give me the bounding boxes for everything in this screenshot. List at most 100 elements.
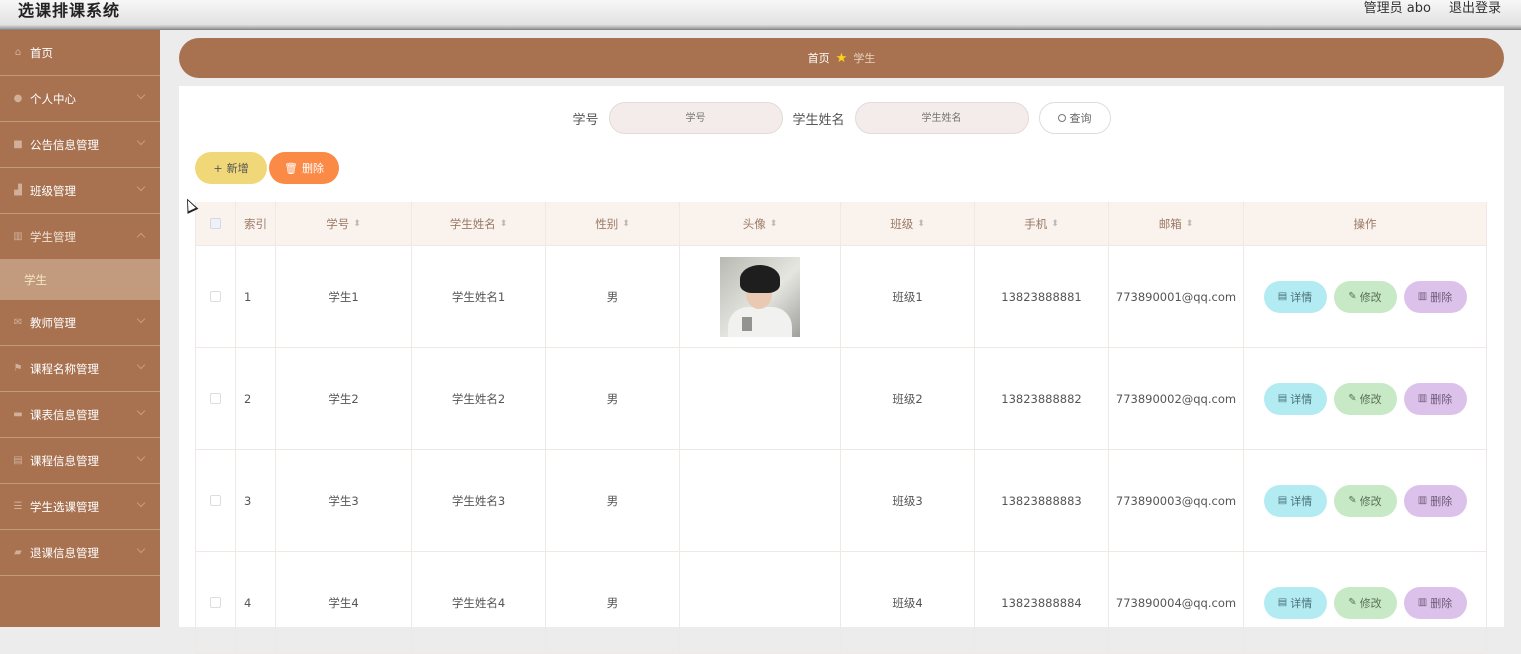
sort-icon: ⬍ [353, 218, 361, 229]
row-checkbox[interactable] [210, 597, 221, 608]
chevron-down-icon [136, 452, 146, 462]
sidebar-item-student-management[interactable]: ▥ 学生管理 [0, 214, 160, 260]
sidebar-item-label: 课程信息管理 [30, 453, 99, 468]
cell-email: 773890002@qq.com [1109, 348, 1244, 449]
sidebar-item-label: 课程名称管理 [30, 361, 99, 376]
sidebar-item-course-info-management[interactable]: ▤ 课程信息管理 [0, 438, 160, 484]
sort-icon: ⬍ [499, 218, 508, 229]
detail-button-label: 详情 [1290, 290, 1313, 304]
student-id-input[interactable] [608, 102, 783, 134]
sidebar-item-course-selection-management[interactable]: ☰ 学生选课管理 [0, 484, 160, 530]
cell-gender: 男 [546, 246, 680, 347]
header-phone[interactable]: 手机 ⬍ [975, 202, 1109, 245]
list-icon: ☰ [13, 501, 23, 512]
edit-button[interactable]: ✎ 修改 [1333, 382, 1397, 415]
row-checkbox[interactable] [210, 393, 221, 404]
header-student-name[interactable]: 学生姓名 ⬍ [412, 202, 546, 245]
chevron-down-icon [136, 90, 146, 100]
row-checkbox[interactable] [210, 495, 221, 506]
breadcrumb-home[interactable]: 首页 [808, 50, 830, 66]
sort-icon: ⬍ [622, 218, 630, 229]
app-title: 选课排课系统 [18, 1, 121, 20]
sidebar-item-teacher-management[interactable]: ✉ 教师管理 [0, 300, 160, 346]
detail-button[interactable]: ▤ 详情 [1263, 586, 1327, 619]
cell-student-id: 学生4 [276, 552, 412, 653]
chevron-down-icon [136, 182, 146, 192]
delete-button[interactable]: ▥ 删除 [1403, 382, 1467, 415]
student-avatar-image [720, 256, 800, 337]
cell-class: 班级2 [841, 348, 975, 449]
sort-icon: ⬍ [769, 218, 778, 229]
student-id-label: 学号 [572, 112, 599, 128]
sort-icon: ⬍ [1051, 218, 1059, 229]
delete-button-label: 删除 [301, 162, 324, 175]
sidebar-item-home[interactable]: ⌂ 首页 [0, 30, 160, 76]
header-label: 学号 [326, 216, 350, 231]
student-name-label: 学生姓名 [792, 112, 845, 128]
star-icon: ★ [835, 50, 848, 66]
detail-button[interactable]: ▤ 详情 [1263, 382, 1327, 415]
sidebar-item-label: 学生选课管理 [30, 499, 99, 514]
sort-icon: ⬍ [917, 218, 925, 229]
document-icon: ▤ [13, 455, 23, 466]
table-row: 4 学生4 学生姓名4 男 班级4 13823888884 773890004@… [195, 552, 1487, 654]
sidebar-item-label: 课表信息管理 [30, 407, 99, 422]
row-checkbox[interactable] [210, 291, 221, 302]
sidebar-item-personal-center[interactable]: ● 个人中心 [0, 76, 160, 122]
document-icon: ▤ [1277, 495, 1288, 506]
user-icon: ● [13, 93, 23, 104]
header-class[interactable]: 班级 ⬍ [841, 202, 975, 245]
delete-button-label: 删除 [1430, 392, 1453, 406]
chevron-down-icon [136, 498, 146, 508]
header-student-id[interactable]: 学号 ⬍ [276, 202, 412, 245]
header-avatar[interactable]: 头像 ⬍ [680, 202, 841, 245]
table-row: 2 学生2 学生姓名2 男 班级2 13823888882 773890002@… [195, 348, 1487, 450]
detail-button-label: 详情 [1290, 392, 1313, 406]
sidebar-subitem-student[interactable]: 学生 [0, 260, 160, 300]
pencil-icon: ✎ [1348, 597, 1357, 608]
detail-button[interactable]: ▤ 详情 [1263, 280, 1327, 313]
search-button-label: 查询 [1069, 112, 1092, 125]
edit-button[interactable]: ✎ 修改 [1333, 484, 1397, 517]
chevron-down-icon [136, 360, 146, 370]
chat-icon: ▰ [14, 547, 22, 558]
sidebar-item-class-management[interactable]: ▟ 班级管理 [0, 168, 160, 214]
edit-button[interactable]: ✎ 修改 [1333, 280, 1397, 313]
cell-index: 4 [236, 552, 276, 653]
header-email[interactable]: 邮箱 ⬍ [1109, 202, 1244, 245]
briefcase-icon: ▬ [13, 409, 23, 420]
search-bar: 学号 学生姓名 查询 [179, 102, 1504, 134]
cell-student-id: 学生2 [276, 348, 412, 449]
delete-button[interactable]: ▥ 删除 [1403, 484, 1467, 517]
chevron-down-icon [136, 314, 146, 324]
sidebar-item-label: 个人中心 [30, 91, 76, 106]
batch-delete-button[interactable]: 🗑 删除 [269, 152, 339, 184]
edit-button-label: 修改 [1359, 290, 1382, 304]
cell-student-id: 学生1 [276, 246, 412, 347]
bar-chart-icon: ▥ [13, 231, 23, 242]
chevron-down-icon [136, 406, 146, 416]
delete-button[interactable]: ▥ 删除 [1403, 280, 1467, 313]
sidebar-item-schedule-management[interactable]: ▬ 课表信息管理 [0, 392, 160, 438]
delete-button[interactable]: ▥ 删除 [1403, 586, 1467, 619]
detail-button[interactable]: ▤ 详情 [1263, 484, 1327, 517]
breadcrumb: 首页 ★ 学生 [179, 38, 1504, 78]
select-all-checkbox[interactable] [210, 218, 221, 229]
logout-link[interactable]: 退出登录 [1449, 0, 1501, 16]
breadcrumb-current: 学生 [853, 52, 876, 65]
sidebar-item-label: 学生管理 [30, 229, 76, 244]
sidebar-item-drop-course-management[interactable]: ▰ 退课信息管理 [0, 530, 160, 576]
edit-button[interactable]: ✎ 修改 [1333, 586, 1397, 619]
header-gender[interactable]: 性别 ⬍ [546, 202, 680, 245]
mail-icon: ✉ [13, 317, 23, 328]
header-index: 索引 [244, 216, 267, 231]
sidebar-item-label: 班级管理 [30, 183, 76, 198]
sidebar: ⌂ 首页 ● 个人中心 ■ 公告信息管理 ▟ 班级管理 ▥ 学生管理 学生 ✉ … [0, 30, 160, 627]
student-name-input[interactable] [854, 102, 1029, 134]
add-button[interactable]: + 新增 [195, 152, 267, 184]
sidebar-item-notice-management[interactable]: ■ 公告信息管理 [0, 122, 160, 168]
content-panel: 学号 学生姓名 查询 + 新增 🗑 删除 索引 学号⬍ 学生姓名⬍ 性别⬍ 头像… [179, 86, 1504, 654]
cell-gender: 男 [546, 552, 680, 653]
sidebar-item-course-name-management[interactable]: ⚑ 课程名称管理 [0, 346, 160, 392]
search-button[interactable]: 查询 [1038, 102, 1111, 134]
